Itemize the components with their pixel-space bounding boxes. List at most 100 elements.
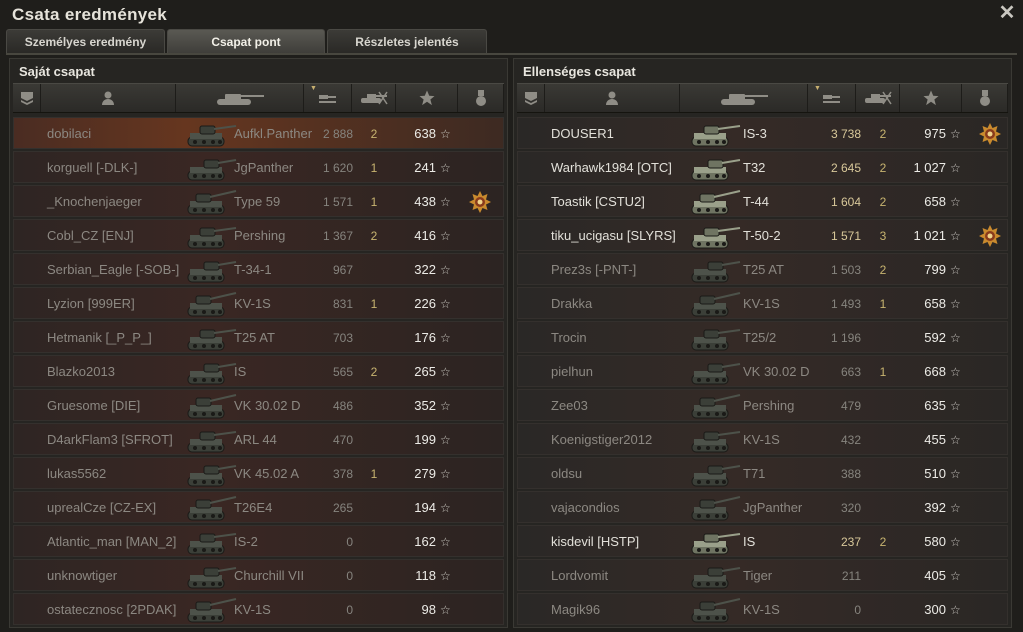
- xp-value: 975: [924, 126, 946, 141]
- player-name: DOUSER1: [551, 126, 614, 141]
- table-row[interactable]: Atlantic_man [MAN_2] IS-2 0 162 ☆: [13, 525, 504, 557]
- table-row[interactable]: korguell [-DLK-] JgPanther 1 620 1 241 ☆: [13, 151, 504, 183]
- table-row[interactable]: kisdevil [HSTP] IS 237 2 580 ☆: [517, 525, 1008, 557]
- tank-name: T71: [743, 466, 766, 481]
- table-row[interactable]: Drakka KV-1S 1 493 1 658 ☆: [517, 287, 1008, 319]
- close-button[interactable]: ✕: [997, 3, 1017, 23]
- medal-icon[interactable]: [469, 191, 491, 213]
- enemy-header-kills[interactable]: [856, 84, 900, 112]
- table-row[interactable]: oldsu T71 388 510 ☆: [517, 457, 1008, 489]
- table-row[interactable]: _Knochenjaeger Type 59 1 571 1 438 ☆: [13, 185, 504, 217]
- table-row[interactable]: pielhun VK 30.02 D 663 1 668 ☆: [517, 355, 1008, 387]
- star-icon: ☆: [440, 365, 451, 379]
- star-icon: ☆: [950, 467, 961, 481]
- star-icon: ☆: [950, 535, 961, 549]
- star-icon: ☆: [950, 603, 961, 617]
- table-row[interactable]: Trocin T25/2 1 196 592 ☆: [517, 321, 1008, 353]
- damage-value: 388: [840, 467, 861, 481]
- xp-value: 438: [414, 194, 436, 209]
- table-row[interactable]: Lyzion [999ER] KV-1S 831 1 226 ☆: [13, 287, 504, 319]
- table-row[interactable]: Blazko2013 IS 565 2 265 ☆: [13, 355, 504, 387]
- xp-value: 1 027: [913, 160, 946, 175]
- table-row[interactable]: lukas5562 VK 45.02 A 378 1 279 ☆: [13, 457, 504, 489]
- enemy-header-rank[interactable]: [517, 84, 545, 112]
- player-name: dobilaci: [47, 126, 92, 141]
- enemy-header-damage[interactable]: ▼: [808, 84, 856, 112]
- enemy-team-column-header: ▼: [517, 83, 1008, 113]
- player-name: ostatecznosc [2PDAK]: [47, 602, 177, 617]
- medal-icon[interactable]: [979, 225, 1001, 247]
- own-header-xp-star[interactable]: [396, 84, 458, 112]
- table-row[interactable]: tiku_ucigasu [SLYRS] T-50-2 1 571 3 1 021 ☆: [517, 219, 1008, 251]
- rank-icon: [19, 90, 35, 106]
- damage-value: 703: [332, 331, 353, 345]
- xp-value: 638: [414, 126, 436, 141]
- player-name: Lordvomit: [551, 568, 609, 583]
- table-row[interactable]: uprealCze [CZ-EX] T26E4 265 194 ☆: [13, 491, 504, 523]
- tank-name: IS: [234, 364, 247, 379]
- table-row[interactable]: Prez3s [-PNT-] T25 AT 1 503 2 799 ☆: [517, 253, 1008, 285]
- tank-name: ARL 44: [234, 432, 277, 447]
- damage-value: 378: [332, 467, 353, 481]
- table-row[interactable]: Lordvomit Tiger 211 405 ☆: [517, 559, 1008, 591]
- star-icon: ☆: [950, 161, 961, 175]
- own-header-rank[interactable]: [13, 84, 41, 112]
- table-row[interactable]: Warhawk1984 [OTC] T32 2 645 2 1 027 ☆: [517, 151, 1008, 183]
- table-row[interactable]: dobilaci Aufkl.Panther 2 888 2 638 ☆: [13, 117, 504, 149]
- table-row[interactable]: Hetmanik [_P_P_] T25 AT 703 176 ☆: [13, 321, 504, 353]
- tab-detailed-report[interactable]: Részletes jelentés: [327, 29, 487, 53]
- xp-star-icon: [922, 89, 940, 107]
- tab-team-score[interactable]: Csapat pont: [167, 29, 325, 53]
- damage-value: 1 493: [830, 297, 861, 311]
- table-row[interactable]: vajacondios JgPanther 320 392 ☆: [517, 491, 1008, 523]
- enemy-header-medal[interactable]: [962, 84, 1008, 112]
- table-row[interactable]: Zee03 Pershing 479 635 ☆: [517, 389, 1008, 421]
- tank-name: Pershing: [743, 398, 795, 413]
- own-header-player[interactable]: [41, 84, 176, 112]
- damage-value: 265: [332, 501, 353, 515]
- own-header-damage[interactable]: ▼: [304, 84, 352, 112]
- table-row[interactable]: Serbian_Eagle [-SOB-] T-34-1 967 322 ☆: [13, 253, 504, 285]
- player-name: Gruesome [DIE]: [47, 398, 141, 413]
- window-title: Csata eredmények: [12, 5, 168, 24]
- table-row[interactable]: Cobl_CZ [ENJ] Pershing 1 367 2 416 ☆: [13, 219, 504, 251]
- player-name: Toastik [CSTU2]: [551, 194, 645, 209]
- xp-value: 265: [414, 364, 436, 379]
- table-row[interactable]: Magik96 KV-1S 0 300 ☆: [517, 593, 1008, 625]
- own-header-medal[interactable]: [458, 84, 504, 112]
- table-row[interactable]: Toastik [CSTU2] T-44 1 604 2 658 ☆: [517, 185, 1008, 217]
- table-row[interactable]: DOUSER1 IS-3 3 738 2 975 ☆: [517, 117, 1008, 149]
- damage-icon: [317, 90, 339, 106]
- medal-icon[interactable]: [979, 123, 1001, 145]
- table-row[interactable]: unknowtiger Churchill VII 0 118 ☆: [13, 559, 504, 591]
- tank-name: T-44: [743, 194, 770, 209]
- tank-name: VK 30.02 D: [234, 398, 301, 413]
- own-header-tank[interactable]: [176, 84, 304, 112]
- player-name: Blazko2013: [47, 364, 115, 379]
- xp-value: 668: [924, 364, 946, 379]
- table-row[interactable]: D4arkFlam3 [SFROT] ARL 44 470 199 ☆: [13, 423, 504, 455]
- sort-indicator-icon: ▼: [310, 85, 317, 92]
- xp-value: 194: [414, 500, 436, 515]
- table-row[interactable]: Gruesome [DIE] VK 30.02 D 486 352 ☆: [13, 389, 504, 421]
- tank-image-icon: [686, 221, 742, 251]
- enemy-header-xp-star[interactable]: [900, 84, 962, 112]
- player-name: Magik96: [551, 602, 601, 617]
- xp-star-icon: [418, 89, 436, 107]
- tank-image-icon: [182, 187, 238, 217]
- tank-image-icon: [182, 425, 238, 455]
- player-name: Koenigstiger2012: [551, 432, 653, 447]
- table-row[interactable]: Koenigstiger2012 KV-1S 432 455 ☆: [517, 423, 1008, 455]
- player-name: Cobl_CZ [ENJ]: [47, 228, 134, 243]
- tank-image-icon: [182, 459, 238, 489]
- enemy-header-player[interactable]: [545, 84, 680, 112]
- player-name: kisdevil [HSTP]: [551, 534, 640, 549]
- star-icon: ☆: [440, 501, 451, 515]
- damage-value: 565: [332, 365, 353, 379]
- own-header-kills[interactable]: [352, 84, 396, 112]
- tank-icon: [717, 90, 771, 106]
- table-row[interactable]: ostatecznosc [2PDAK] KV-1S 0 98 ☆: [13, 593, 504, 625]
- enemy-header-tank[interactable]: [680, 84, 808, 112]
- tab-personal-result[interactable]: Személyes eredmény: [6, 29, 165, 53]
- star-icon: ☆: [950, 127, 961, 141]
